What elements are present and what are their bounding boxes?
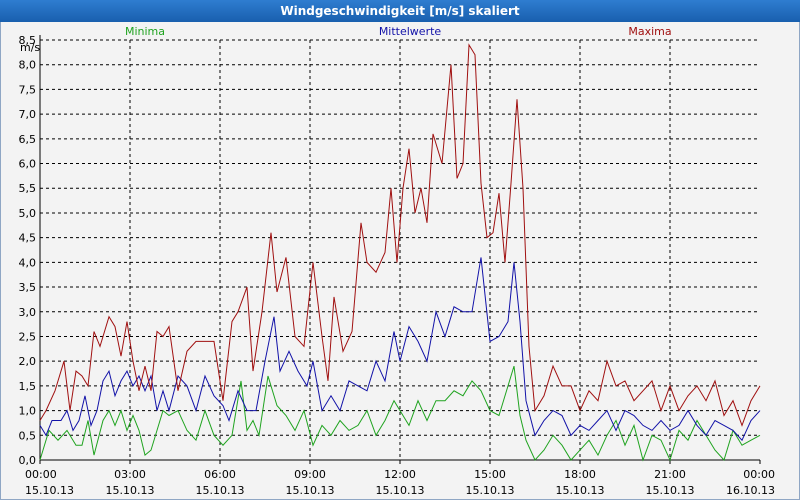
x-tick-date: 16.10.13 xyxy=(726,484,775,497)
legend-mittelwerte: Mittelwerte xyxy=(379,25,442,38)
y-tick-label: 7,5 xyxy=(19,83,37,96)
y-tick-label: 4,0 xyxy=(19,256,37,269)
y-axis-unit: m/s xyxy=(20,41,40,54)
axes xyxy=(39,35,761,464)
y-tick-label: 4,5 xyxy=(19,232,37,245)
x-tick-time: 12:00 xyxy=(384,468,416,481)
x-tick-labels: 00:00 15.10.13 03:00 15.10.13 06:00 15.10.13 0… xyxy=(25,468,775,497)
x-tick-date: 15.10.13 xyxy=(646,484,695,497)
x-tick-time: 21:00 xyxy=(654,468,686,481)
y-tick-label: 6,0 xyxy=(19,158,37,171)
y-tick-label: 8,0 xyxy=(19,59,37,72)
y-tick-label: 6,5 xyxy=(19,133,37,146)
x-tick-time: 03:00 xyxy=(114,468,146,481)
y-tick-label: 3,5 xyxy=(19,281,37,294)
y-tick-label: 0,5 xyxy=(19,429,37,442)
y-tick-label: 0,0 xyxy=(19,454,37,467)
y-tick-label: 1,5 xyxy=(19,380,37,393)
y-tick-label: 3,0 xyxy=(19,306,37,319)
y-tick-label: 2,5 xyxy=(19,330,37,343)
x-tick-time: 09:00 xyxy=(294,468,326,481)
x-tick-date: 15.10.13 xyxy=(556,484,605,497)
x-tick-date: 15.10.13 xyxy=(286,484,335,497)
wind-speed-chart: 0,0 0,5 1,0 1,5 2,0 2,5 3,0 3,5 4,0 4,5 5,0 5,5 6,0 6… xyxy=(19,25,776,497)
x-tick-time: 00:00 xyxy=(25,468,57,481)
x-tick-time: 00:00 xyxy=(743,468,775,481)
y-tick-label: 5,0 xyxy=(19,207,37,220)
legend-minima: Minima xyxy=(125,25,165,38)
x-tick-date: 15.10.13 xyxy=(466,484,515,497)
y-tick-label: 2,0 xyxy=(19,355,37,368)
x-tick-date: 15.10.13 xyxy=(25,484,74,497)
x-tick-date: 15.10.13 xyxy=(376,484,425,497)
legend-maxima: Maxima xyxy=(628,25,671,38)
x-tick-time: 06:00 xyxy=(204,468,236,481)
grid-lines xyxy=(40,39,760,460)
y-tick-label: 7,0 xyxy=(19,108,37,121)
x-tick-date: 15.10.13 xyxy=(106,484,155,497)
x-tick-time: 15:00 xyxy=(474,468,506,481)
y-tick-label: 5,5 xyxy=(19,182,37,195)
y-tick-label: 1,0 xyxy=(19,405,37,418)
y-tick-labels: 0,0 0,5 1,0 1,5 2,0 2,5 3,0 3,5 4,0 4,5 5,0 5,5 6,0 6… xyxy=(19,34,37,467)
x-tick-time: 18:00 xyxy=(564,468,596,481)
x-tick-date: 15.10.13 xyxy=(196,484,245,497)
